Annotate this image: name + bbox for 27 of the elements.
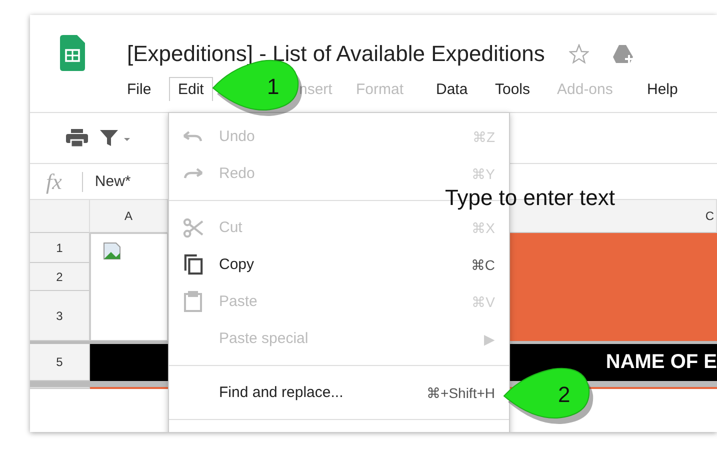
undo-icon bbox=[183, 130, 203, 142]
overlay-text: Type to enter text bbox=[445, 185, 615, 211]
row-header[interactable]: 2 bbox=[30, 263, 90, 291]
sheets-logo-icon bbox=[60, 35, 85, 71]
menu-item[interactable]: File bbox=[127, 78, 152, 100]
row-header[interactable]: 1 bbox=[30, 233, 90, 263]
formula-input[interactable]: New* bbox=[94, 173, 131, 190]
document-title[interactable]: [Expeditions] - List of Available Expeditions bbox=[127, 41, 545, 67]
column-header[interactable]: A bbox=[90, 200, 168, 233]
menu-item[interactable]: Data bbox=[436, 78, 468, 100]
formula-label: fx bbox=[46, 168, 62, 194]
star-icon[interactable] bbox=[568, 44, 589, 64]
filter-icon[interactable] bbox=[100, 129, 130, 147]
menu-item[interactable]: Tools bbox=[495, 78, 530, 100]
row-header[interactable]: 5 bbox=[30, 344, 90, 381]
menu-option[interactable]: Copy ⌘C bbox=[169, 246, 509, 283]
scissors-icon bbox=[182, 218, 204, 238]
menu-item[interactable]: Edit bbox=[169, 77, 213, 101]
clipboard-icon bbox=[184, 291, 202, 312]
menu-item[interactable]: Help bbox=[647, 78, 678, 100]
drive-add-icon[interactable] bbox=[612, 44, 635, 64]
row-header[interactable]: 3 bbox=[30, 291, 90, 341]
select-all-corner[interactable] bbox=[30, 200, 90, 233]
broken-image-icon bbox=[103, 242, 123, 260]
copy-icon bbox=[184, 254, 202, 275]
redo-icon bbox=[183, 168, 203, 180]
print-icon[interactable] bbox=[66, 129, 88, 147]
